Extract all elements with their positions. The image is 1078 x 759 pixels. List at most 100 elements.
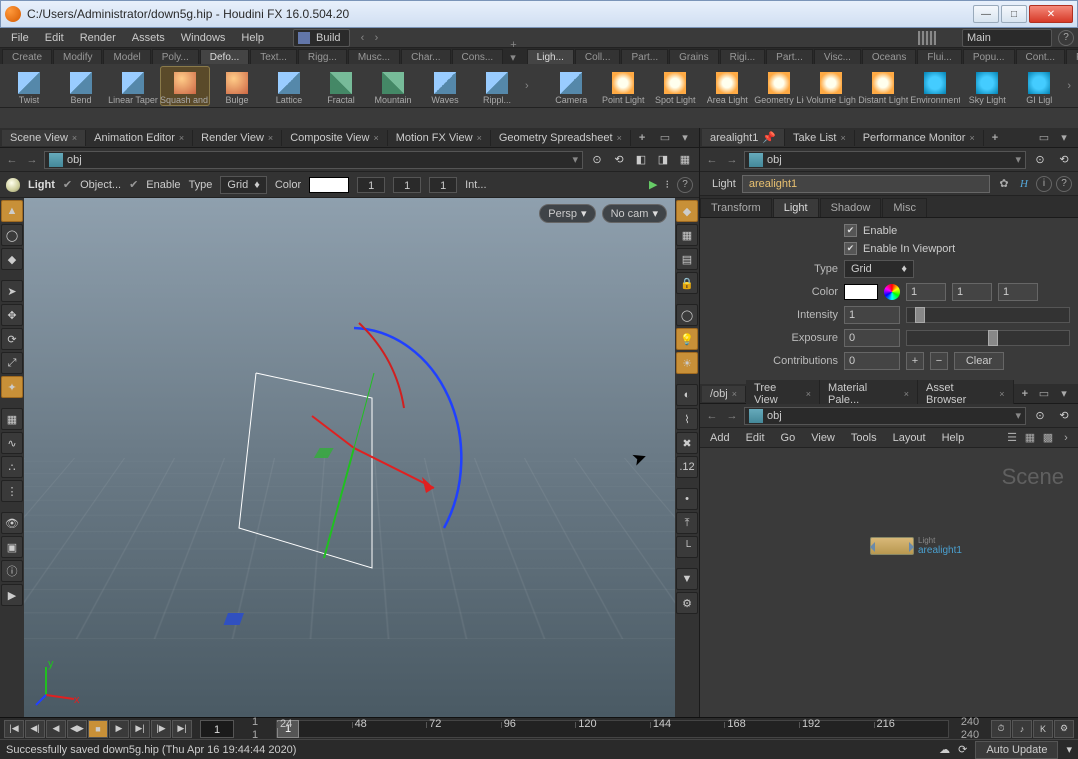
inspect-icon[interactable]: ⓘ — [1, 560, 23, 582]
tab-performance-monitor[interactable]: Performance Monitor× — [855, 130, 984, 146]
snap-grid-icon[interactable]: ▦ — [1, 408, 23, 430]
step-fwd-key-button[interactable]: |▶ — [151, 720, 171, 738]
shelf-tab-character[interactable]: Char... — [401, 49, 450, 64]
goto-end-button[interactable]: ▶| — [172, 720, 192, 738]
shelf-left-add[interactable]: + ▾ — [504, 39, 522, 64]
net-menu-add[interactable]: Add — [704, 430, 736, 446]
tab-scene-view[interactable]: Scene View× — [2, 130, 86, 146]
net-back-icon[interactable]: ← — [704, 408, 720, 424]
toolbar-help-icon[interactable]: ? — [677, 177, 693, 193]
tool-gi-ligl[interactable]: GI Ligl — [1014, 66, 1064, 106]
parm-pin-icon[interactable]: ⊙ — [1030, 151, 1050, 169]
net-more-icon[interactable]: › — [1058, 430, 1074, 446]
shelf-tab-fluids[interactable]: Flui... — [917, 49, 961, 64]
gear-icon[interactable]: ✿ — [996, 176, 1012, 192]
net-expose-icon[interactable]: ▦ — [1022, 430, 1038, 446]
parm-tab-add[interactable]: + — [984, 132, 1006, 144]
shading-wire-icon[interactable]: ◯ — [676, 304, 698, 326]
shelf-tab-collisions[interactable]: Coll... — [575, 49, 621, 64]
intensity-slider[interactable] — [906, 307, 1070, 323]
tool-rippl-[interactable]: Rippl... — [472, 66, 522, 106]
shelf-tab-create[interactable]: Create — [2, 49, 52, 64]
tab-take-list[interactable]: Take List× — [785, 130, 855, 146]
step-back-key-button[interactable]: ◀| — [25, 720, 45, 738]
tool-spot-light[interactable]: Spot Light — [650, 66, 700, 106]
menu-help[interactable]: Help — [234, 30, 271, 46]
net-menu-help[interactable]: Help — [936, 430, 971, 446]
tool-sky-light[interactable]: Sky Light — [962, 66, 1012, 106]
viewer-path-field[interactable]: ▾ — [44, 151, 583, 169]
shelf-tab-populate[interactable]: Popu... — [963, 49, 1015, 64]
shelf-tab-texture[interactable]: Text... — [250, 49, 297, 64]
tool-environment-light[interactable]: Environment Light — [910, 66, 960, 106]
shelf-tab-oceans[interactable]: Oceans — [862, 49, 916, 64]
hscript-icon[interactable]: H — [1016, 176, 1032, 192]
render-region-icon[interactable]: ▣ — [1, 536, 23, 558]
range-end[interactable]: 240 — [953, 716, 987, 728]
ortho-grid-icon[interactable]: ▤ — [676, 248, 698, 270]
play-button[interactable]: ▶ — [109, 720, 129, 738]
pin-view-icon[interactable]: ⊙ — [587, 151, 607, 169]
tab-arealight1[interactable]: arealight1📌 — [702, 129, 785, 146]
tool-point-light[interactable]: Point Light — [598, 66, 648, 106]
lasso-tool-icon[interactable]: ◯ — [1, 224, 23, 246]
parm-max-icon[interactable]: ▭ — [1036, 130, 1052, 146]
tab-motionfx-view[interactable]: Motion FX View× — [388, 130, 491, 146]
tool-mountain[interactable]: Mountain — [368, 66, 418, 106]
auto-update-button[interactable]: Auto Update — [975, 741, 1058, 759]
node-name-field[interactable] — [742, 175, 990, 193]
colorwheel-icon[interactable] — [884, 284, 900, 300]
exposure-input[interactable] — [844, 329, 900, 347]
shelf-tab-containers[interactable]: Cont... — [1016, 49, 1065, 64]
3d-viewport[interactable]: Persp▾ No cam▾ y x ➤ — [24, 198, 675, 717]
shelf-tab-pyro[interactable]: Pyro... — [1066, 49, 1078, 64]
parm-fwd-icon[interactable]: → — [724, 152, 740, 168]
tab-obj-network[interactable]: /obj× — [702, 386, 746, 402]
pane-max-icon[interactable]: ▭ — [657, 130, 673, 146]
select-tool-icon[interactable]: ▲ — [1, 200, 23, 222]
lock-cam-icon[interactable]: 🔒 — [676, 272, 698, 294]
menu-render[interactable]: Render — [73, 30, 123, 46]
shelf-tab-rigid[interactable]: Rigi... — [720, 49, 766, 64]
parm-link-icon[interactable]: ⟲ — [1054, 151, 1074, 169]
enable-toggle[interactable]: ✔ — [129, 178, 138, 191]
parm-menu-icon[interactable]: ▾ — [1056, 130, 1072, 146]
shelf-tab-modify[interactable]: Modify — [53, 49, 102, 64]
color-r[interactable]: 1 — [357, 177, 385, 193]
viewer-fwd-icon[interactable]: → — [24, 152, 40, 168]
pointer-tool-icon[interactable]: ➤ — [1, 280, 23, 302]
contrib-add-button[interactable]: + — [906, 352, 924, 370]
brush-tool-icon[interactable]: ◆ — [1, 248, 23, 270]
play-handle-icon[interactable]: ▶ — [649, 178, 657, 191]
viewer-tab-add[interactable]: + — [631, 132, 653, 144]
menubar-help-icon[interactable]: ? — [1058, 30, 1074, 46]
color-parm-b[interactable] — [998, 283, 1038, 301]
viewer-back-icon[interactable]: ← — [4, 152, 20, 168]
net-fwd-icon[interactable]: → — [724, 408, 740, 424]
net-menu-view[interactable]: View — [805, 430, 841, 446]
tool-waves[interactable]: Waves — [420, 66, 470, 106]
desktop-selector[interactable]: Build — [293, 29, 349, 47]
tool-distant-light[interactable]: Distant Light — [858, 66, 908, 106]
network-tab-add[interactable]: + — [1014, 388, 1036, 400]
shelf-left-more[interactable]: › — [522, 80, 532, 92]
move-tool-icon[interactable]: ✥ — [1, 304, 23, 326]
menu-assets[interactable]: Assets — [125, 30, 172, 46]
scale-tool-icon[interactable]: ⤢ — [1, 352, 23, 374]
tool-fractal[interactable]: Fractal — [316, 66, 366, 106]
menu-edit[interactable]: Edit — [38, 30, 71, 46]
shelf-tab-deform[interactable]: Defo... — [200, 49, 249, 64]
net-pin-icon[interactable]: ⊙ — [1030, 407, 1050, 425]
interrupt-icon[interactable]: ⟳ — [958, 743, 967, 756]
desktop-prev[interactable]: ‹ — [356, 32, 370, 44]
shelf-tab-particlefluids[interactable]: Part... — [766, 49, 813, 64]
tool-linear-taper[interactable]: Linear Taper — [108, 66, 158, 106]
cook-icon[interactable]: ☁ — [939, 743, 950, 756]
menu-windows[interactable]: Windows — [174, 30, 233, 46]
color-parm-r[interactable] — [906, 283, 946, 301]
type-parm-select[interactable]: Grid♦ — [844, 260, 914, 278]
contrib-clear-button[interactable]: Clear — [954, 352, 1004, 370]
maximize-button[interactable]: □ — [1001, 5, 1027, 23]
lighting-icon[interactable]: ☀ — [676, 352, 698, 374]
handle-tool-icon[interactable]: ✦ — [1, 376, 23, 398]
